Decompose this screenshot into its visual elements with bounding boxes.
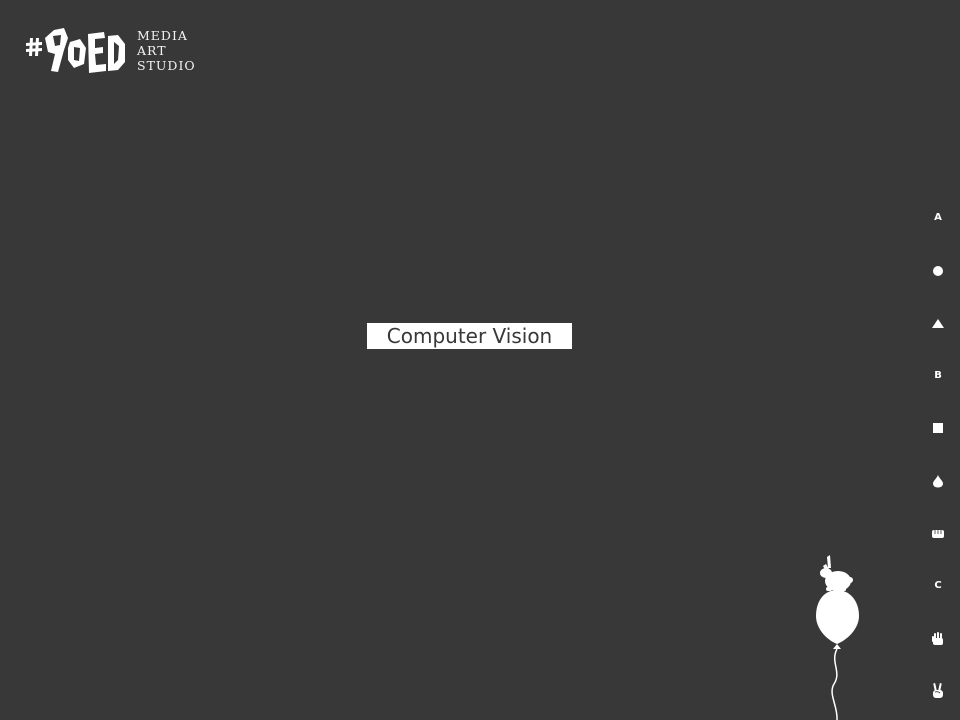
page-title: Computer Vision [367, 323, 572, 349]
side-nav: A B C [926, 208, 950, 708]
letter-c-icon: C [934, 580, 942, 591]
letter-b-icon: B [934, 370, 942, 381]
peace-hand-icon [933, 683, 943, 698]
letter-a-icon: A [934, 212, 942, 223]
side-nav-item-a[interactable]: A [926, 208, 950, 228]
logo-tagline: MEDIA ART STUDIO [137, 28, 207, 73]
side-nav-item-triangle[interactable] [926, 314, 950, 334]
triangle-icon [932, 319, 944, 328]
side-nav-item-circle[interactable] [926, 261, 950, 281]
side-nav-item-c[interactable]: C [926, 576, 950, 596]
tagline-line-media: MEDIA [137, 28, 188, 43]
circle-icon [933, 266, 943, 276]
side-nav-item-b[interactable]: B [926, 366, 950, 386]
logo-mark-icon [26, 28, 125, 73]
tagline-line-studio: STUDIO [137, 58, 196, 73]
side-nav-item-drop[interactable] [926, 471, 950, 491]
side-nav-item-fist[interactable] [926, 524, 950, 544]
fist-icon [932, 530, 944, 538]
side-nav-item-peace-hand[interactable] [926, 681, 950, 701]
square-icon [933, 423, 943, 433]
drop-icon [933, 475, 943, 488]
rabbit-balloon-icon [816, 555, 859, 720]
side-nav-item-square[interactable] [926, 418, 950, 438]
tagline-line-art: ART [137, 43, 167, 58]
open-hand-icon [932, 632, 943, 645]
logo-link[interactable]: MEDIA ART STUDIO [24, 24, 200, 80]
side-nav-item-open-hand[interactable] [926, 629, 950, 649]
